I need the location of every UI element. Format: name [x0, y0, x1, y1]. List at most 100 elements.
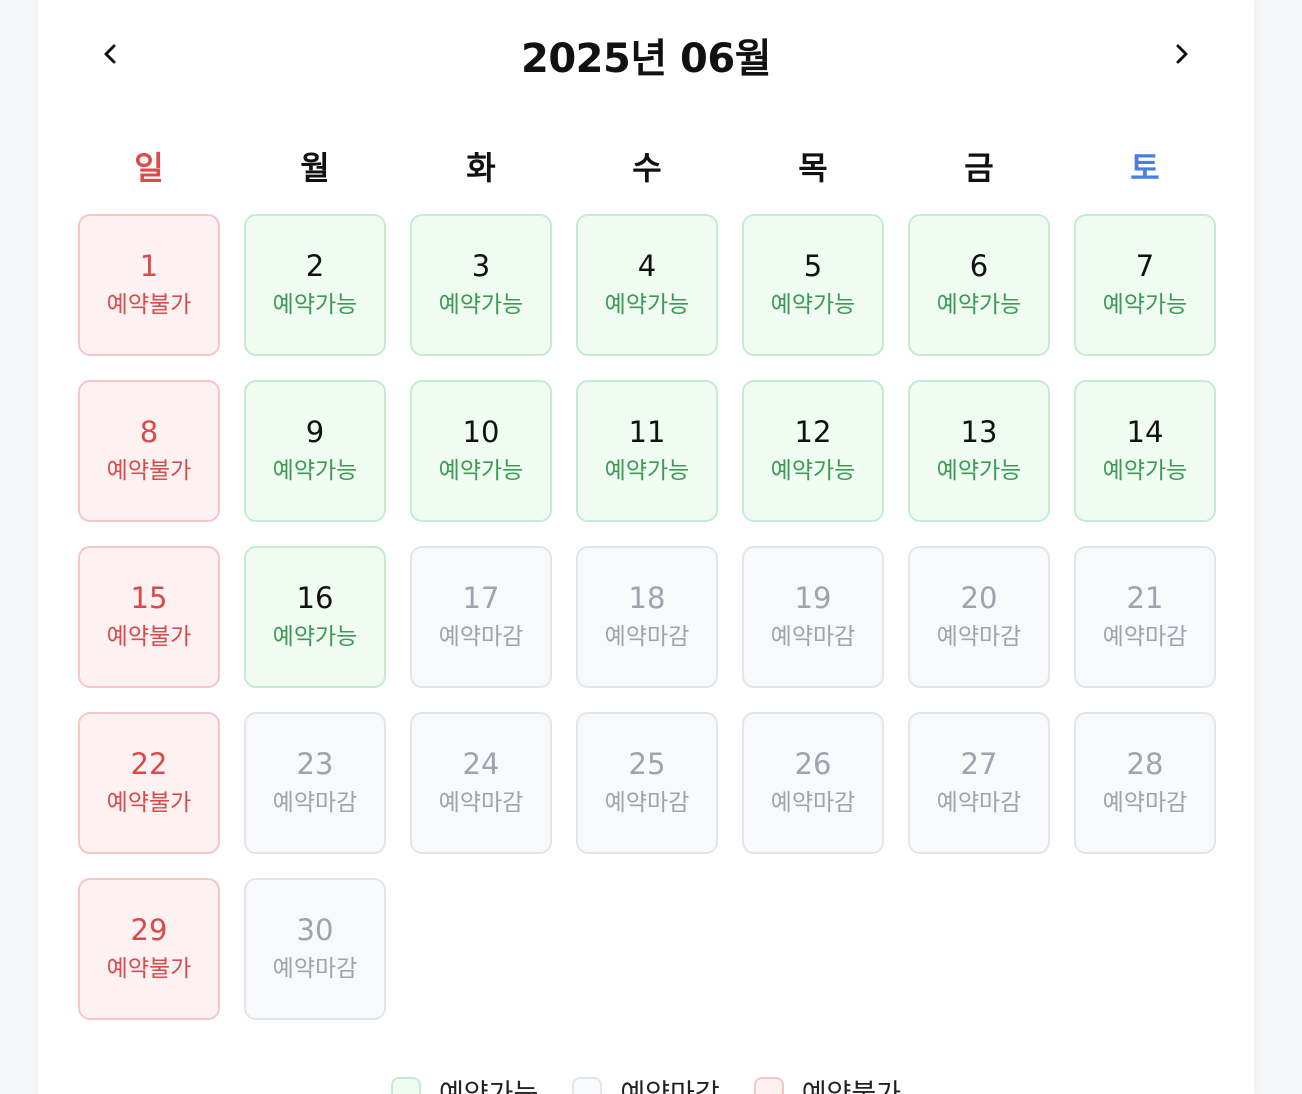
- day-status-label: 예약마감: [272, 790, 358, 816]
- day-cell-26[interactable]: 26 예약마감: [742, 712, 884, 854]
- day-status-label: 예약마감: [1102, 624, 1188, 650]
- day-status-label: 예약불가: [106, 624, 192, 650]
- day-cell-16[interactable]: 16 예약가능: [244, 546, 386, 688]
- next-month-button[interactable]: [1162, 34, 1202, 74]
- weekday-tuesday: 화: [466, 149, 496, 187]
- calendar-legend: 예약가능 예약마감 예약불가: [38, 1072, 1254, 1094]
- weekday-wednesday: 수: [632, 149, 662, 187]
- day-cell-10[interactable]: 10 예약가능: [410, 380, 552, 522]
- day-cell-9[interactable]: 9 예약가능: [244, 380, 386, 522]
- weekday-friday: 금: [964, 149, 994, 187]
- day-status-label: 예약마감: [770, 624, 856, 650]
- day-number: 21: [1126, 581, 1164, 615]
- day-cell-4[interactable]: 4 예약가능: [576, 214, 718, 356]
- day-cell-12[interactable]: 12 예약가능: [742, 380, 884, 522]
- day-status-label: 예약마감: [604, 624, 690, 650]
- day-status-label: 예약가능: [936, 458, 1022, 484]
- day-number: 23: [296, 747, 334, 781]
- day-status-label: 예약가능: [438, 458, 524, 484]
- weekday-saturday: 토: [1130, 149, 1160, 187]
- day-status-label: 예약가능: [936, 292, 1022, 318]
- day-status-label: 예약마감: [438, 624, 524, 650]
- day-cell-28[interactable]: 28 예약마감: [1074, 712, 1216, 854]
- day-number: 1: [139, 249, 159, 283]
- day-cell-14[interactable]: 14 예약가능: [1074, 380, 1216, 522]
- day-number: 16: [296, 581, 334, 615]
- day-number: 11: [628, 415, 666, 449]
- calendar-day-grid: 1 예약불가 2 예약가능 3 예약가능 4 예약가능 5 예약가능 6 예약가능 7 예약가능 8 예약불가…: [78, 214, 1216, 1020]
- day-cell-2[interactable]: 2 예약가능: [244, 214, 386, 356]
- day-number: 26: [794, 747, 832, 781]
- day-number: 6: [969, 249, 989, 283]
- day-status-label: 예약가능: [604, 292, 690, 318]
- day-cell-5[interactable]: 5 예약가능: [742, 214, 884, 356]
- day-cell-24[interactable]: 24 예약마감: [410, 712, 552, 854]
- day-status-label: 예약불가: [106, 458, 192, 484]
- day-status-label: 예약가능: [1102, 292, 1188, 318]
- day-number: 3: [471, 249, 491, 283]
- day-status-label: 예약마감: [936, 790, 1022, 816]
- day-cell-23[interactable]: 23 예약마감: [244, 712, 386, 854]
- day-cell-11[interactable]: 11 예약가능: [576, 380, 718, 522]
- day-number: 4: [637, 249, 657, 283]
- day-cell-20[interactable]: 20 예약마감: [908, 546, 1050, 688]
- day-status-label: 예약가능: [1102, 458, 1188, 484]
- day-status-label: 예약가능: [272, 458, 358, 484]
- day-cell-3[interactable]: 3 예약가능: [410, 214, 552, 356]
- day-status-label: 예약마감: [272, 956, 358, 982]
- day-cell-1[interactable]: 1 예약불가: [78, 214, 220, 356]
- chevron-right-icon: [1176, 44, 1188, 64]
- day-status-label: 예약불가: [106, 956, 192, 982]
- legend-label: 예약마감: [620, 1072, 719, 1094]
- day-number: 19: [794, 581, 832, 615]
- day-status-label: 예약마감: [936, 624, 1022, 650]
- day-cell-19[interactable]: 19 예약마감: [742, 546, 884, 688]
- day-status-label: 예약마감: [1102, 790, 1188, 816]
- day-status-label: 예약가능: [770, 458, 856, 484]
- day-status-label: 예약불가: [106, 790, 192, 816]
- day-number: 28: [1126, 747, 1164, 781]
- day-cell-30[interactable]: 30 예약마감: [244, 878, 386, 1020]
- weekday-header: 일 월 화 수 목 금 토: [78, 140, 1216, 196]
- day-status-label: 예약가능: [272, 292, 358, 318]
- day-status-label: 예약가능: [438, 292, 524, 318]
- day-number: 29: [130, 913, 168, 947]
- day-status-label: 예약가능: [770, 292, 856, 318]
- calendar-card: 2025년 06월 일 월 화 수 목 금 토 1 예약불가 2 예약가능 3 예약가능 4…: [38, 0, 1254, 1094]
- day-status-label: 예약불가: [106, 292, 192, 318]
- day-number: 15: [130, 581, 168, 615]
- legend-swatch: [753, 1076, 784, 1094]
- day-cell-6[interactable]: 6 예약가능: [908, 214, 1050, 356]
- day-status-label: 예약마감: [438, 790, 524, 816]
- weekday-monday: 월: [300, 149, 330, 187]
- day-cell-13[interactable]: 13 예약가능: [908, 380, 1050, 522]
- day-status-label: 예약마감: [604, 790, 690, 816]
- day-status-label: 예약가능: [272, 624, 358, 650]
- day-cell-22[interactable]: 22 예약불가: [78, 712, 220, 854]
- day-number: 8: [139, 415, 159, 449]
- legend-label: 예약불가: [802, 1072, 901, 1094]
- weekday-sunday: 일: [134, 149, 164, 187]
- day-cell-7[interactable]: 7 예약가능: [1074, 214, 1216, 356]
- day-number: 10: [462, 415, 500, 449]
- day-cell-17[interactable]: 17 예약마감: [410, 546, 552, 688]
- day-cell-21[interactable]: 21 예약마감: [1074, 546, 1216, 688]
- day-number: 13: [960, 415, 998, 449]
- legend-item-available: 예약가능: [390, 1072, 538, 1094]
- legend-swatch: [390, 1076, 421, 1094]
- day-cell-8[interactable]: 8 예약불가: [78, 380, 220, 522]
- day-number: 12: [794, 415, 832, 449]
- day-cell-18[interactable]: 18 예약마감: [576, 546, 718, 688]
- day-cell-29[interactable]: 29 예약불가: [78, 878, 220, 1020]
- day-cell-25[interactable]: 25 예약마감: [576, 712, 718, 854]
- day-number: 2: [305, 249, 325, 283]
- day-cell-15[interactable]: 15 예약불가: [78, 546, 220, 688]
- day-number: 9: [305, 415, 325, 449]
- day-cell-27[interactable]: 27 예약마감: [908, 712, 1050, 854]
- day-status-label: 예약가능: [604, 458, 690, 484]
- day-number: 17: [462, 581, 500, 615]
- day-number: 7: [1135, 249, 1155, 283]
- month-title: 2025년 06월: [520, 36, 772, 82]
- day-status-label: 예약마감: [770, 790, 856, 816]
- legend-item-blocked: 예약불가: [753, 1072, 901, 1094]
